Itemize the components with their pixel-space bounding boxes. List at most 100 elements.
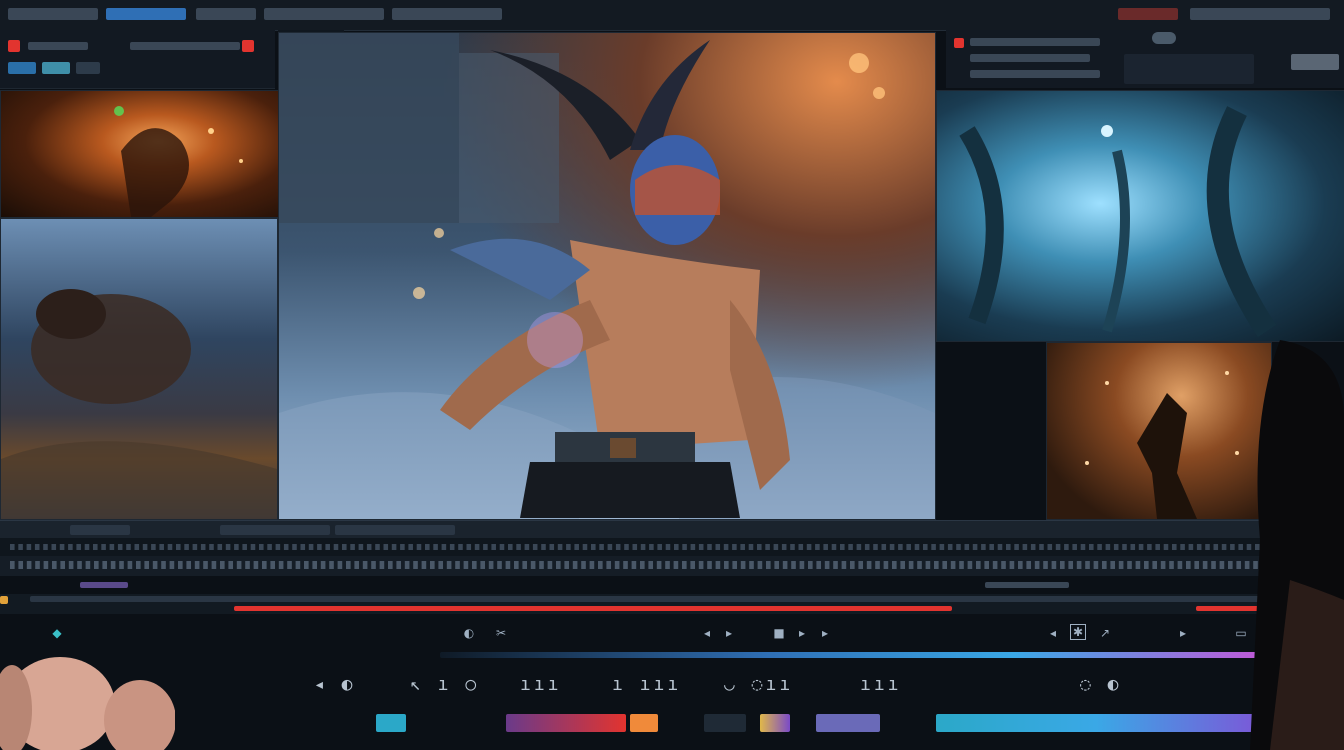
tick-mark (438, 561, 444, 569)
clip-block[interactable] (936, 714, 1256, 732)
menu-item-placeholder[interactable] (1118, 8, 1178, 20)
tick-mark (591, 544, 596, 550)
scrub-row[interactable] (0, 594, 1270, 614)
clip-block[interactable] (376, 714, 406, 732)
tick-mark (250, 544, 256, 550)
thumbnail-creature-scene[interactable] (0, 218, 278, 520)
tick-mark (371, 561, 376, 569)
tick-mark (1244, 561, 1250, 569)
tick-mark (152, 561, 158, 569)
tick-mark (458, 544, 463, 550)
inspector-field[interactable] (1124, 54, 1254, 84)
menu-item-placeholder[interactable] (196, 8, 256, 20)
tick-mark (698, 561, 704, 569)
stop-icon[interactable]: ■ (772, 626, 786, 640)
tick-mark (200, 544, 206, 550)
tick-mark (234, 544, 239, 550)
inspector-button[interactable] (1291, 54, 1339, 70)
tick-mark (1043, 561, 1048, 569)
timeline-tab[interactable] (70, 525, 130, 535)
tick-mark (186, 561, 192, 569)
settings-icon[interactable]: ✱ (1070, 624, 1086, 640)
tick-mark (366, 544, 372, 550)
marker-icon[interactable] (0, 596, 8, 604)
tick-mark (84, 544, 90, 550)
waveform-glyph-row: ◂ ◐ ↖ ı ○ ııı ı ııı ◡ ◌ıı ııı ◌ ◐ (0, 668, 1270, 702)
tick-mark (441, 544, 447, 550)
timeline-tab[interactable] (220, 525, 330, 535)
tick-mark (950, 561, 956, 569)
tick-mark (446, 561, 452, 569)
tick-mark (358, 544, 364, 550)
timeline-ruler[interactable] (0, 556, 1270, 576)
flag-icon[interactable] (242, 40, 254, 52)
color-track[interactable] (0, 648, 1270, 662)
tick-mark (10, 561, 15, 569)
tick-mark (698, 544, 704, 550)
next-frame-icon[interactable]: ▸ (795, 626, 809, 640)
glyph-cluster: ııı (520, 674, 562, 695)
tick-mark (1118, 561, 1124, 569)
tick-mark (690, 561, 696, 569)
flag-icon[interactable] (954, 38, 964, 48)
play-icon[interactable]: ▸ (722, 626, 736, 640)
arrow-icon[interactable]: ↗ (1098, 626, 1112, 640)
tick-mark (1127, 561, 1132, 569)
toolbar-button[interactable] (8, 62, 36, 74)
tick-mark (939, 544, 945, 550)
playback-progress-bar[interactable] (234, 606, 952, 611)
tick-mark (581, 561, 586, 569)
diamond-icon[interactable]: ◆ (50, 626, 64, 640)
scissors-icon[interactable]: ✂ (494, 626, 508, 640)
tick-mark (1138, 544, 1144, 550)
clip-block[interactable] (704, 714, 746, 732)
tick-mark (169, 561, 175, 569)
clip-block[interactable] (506, 714, 626, 732)
tick-mark (1034, 561, 1040, 569)
tick-mark (497, 561, 502, 569)
tick-mark (1163, 544, 1169, 550)
thumbnail-fire-scene[interactable] (0, 90, 288, 218)
menu-item-placeholder[interactable] (8, 8, 98, 20)
tick-mark (631, 561, 637, 569)
tick-mark (43, 561, 49, 569)
thumbnail-sparks-scene[interactable] (1046, 342, 1272, 520)
tick-mark (648, 561, 654, 569)
toolbar-button[interactable] (76, 62, 100, 74)
tick-mark (245, 561, 250, 569)
menu-item-placeholder[interactable] (1190, 8, 1330, 20)
tick-mark (984, 561, 990, 569)
tick-mark (942, 561, 948, 569)
loop-icon[interactable]: ◐ (462, 626, 476, 640)
tick-mark (806, 544, 812, 550)
marker-icon[interactable]: ▸ (1176, 626, 1190, 640)
clip-block[interactable] (816, 714, 880, 732)
tick-mark (1236, 561, 1242, 569)
fullscreen-icon[interactable]: ▭ (1234, 626, 1248, 640)
tick-mark (400, 544, 405, 550)
toolbar-button[interactable] (42, 62, 70, 74)
tick-mark (1180, 544, 1185, 550)
scrub-text-strip (30, 596, 1260, 602)
tick-mark (582, 544, 588, 550)
prev-frame-icon[interactable]: ◂ (700, 626, 714, 640)
end-icon[interactable]: ▸ (818, 626, 832, 640)
tick-mark (43, 544, 48, 550)
tick-mark (808, 561, 813, 569)
tick-mark (1135, 561, 1141, 569)
timeline-tab[interactable] (335, 525, 455, 535)
glyph-cluster: ↖ ı ○ (410, 674, 480, 695)
menu-item-placeholder[interactable] (106, 8, 186, 20)
toggle-button[interactable] (1152, 32, 1176, 44)
tick-mark (259, 544, 264, 550)
thumbnail-ice-scene[interactable] (936, 90, 1344, 342)
record-icon[interactable] (8, 40, 20, 52)
menu-item-placeholder[interactable] (264, 8, 384, 20)
tick-mark (228, 561, 234, 569)
clip-block[interactable] (630, 714, 658, 732)
volume-icon[interactable]: ◂ (1046, 626, 1060, 640)
color-gradient-bar[interactable] (440, 652, 1260, 658)
tick-mark (101, 544, 106, 550)
menu-item-placeholder[interactable] (392, 8, 502, 20)
clip-block[interactable] (760, 714, 790, 732)
